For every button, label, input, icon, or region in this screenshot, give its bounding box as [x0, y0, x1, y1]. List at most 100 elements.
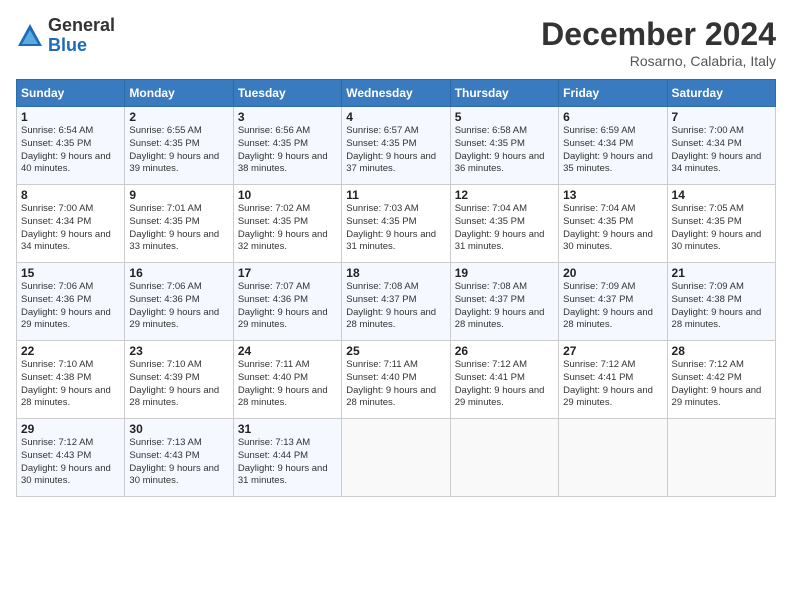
weekday-sunday: Sunday [17, 80, 125, 107]
day-number: 17 [238, 266, 337, 280]
weekday-thursday: Thursday [450, 80, 558, 107]
day-number: 19 [455, 266, 554, 280]
day-number: 4 [346, 110, 445, 124]
day-cell: 22 Sunrise: 7:10 AM Sunset: 4:38 PM Dayl… [17, 341, 125, 419]
day-number: 5 [455, 110, 554, 124]
day-cell: 14 Sunrise: 7:05 AM Sunset: 4:35 PM Dayl… [667, 185, 775, 263]
logo-general-text: General [48, 16, 115, 36]
day-cell [342, 419, 450, 497]
day-cell: 31 Sunrise: 7:13 AM Sunset: 4:44 PM Dayl… [233, 419, 341, 497]
title-section: December 2024 Rosarno, Calabria, Italy [541, 16, 776, 69]
week-row-1: 1 Sunrise: 6:54 AM Sunset: 4:35 PM Dayli… [17, 107, 776, 185]
day-info: Sunrise: 7:08 AM Sunset: 4:37 PM Dayligh… [455, 281, 554, 332]
day-info: Sunrise: 7:01 AM Sunset: 4:35 PM Dayligh… [129, 203, 228, 254]
day-info: Sunrise: 7:12 AM Sunset: 4:42 PM Dayligh… [672, 359, 771, 410]
day-info: Sunrise: 7:06 AM Sunset: 4:36 PM Dayligh… [129, 281, 228, 332]
day-number: 11 [346, 188, 445, 202]
week-row-3: 15 Sunrise: 7:06 AM Sunset: 4:36 PM Dayl… [17, 263, 776, 341]
calendar-table: SundayMondayTuesdayWednesdayThursdayFrid… [16, 79, 776, 497]
logo: General Blue [16, 16, 115, 56]
day-number: 24 [238, 344, 337, 358]
weekday-header-row: SundayMondayTuesdayWednesdayThursdayFrid… [17, 80, 776, 107]
weekday-saturday: Saturday [667, 80, 775, 107]
day-cell: 23 Sunrise: 7:10 AM Sunset: 4:39 PM Dayl… [125, 341, 233, 419]
day-cell: 24 Sunrise: 7:11 AM Sunset: 4:40 PM Dayl… [233, 341, 341, 419]
day-info: Sunrise: 7:09 AM Sunset: 4:37 PM Dayligh… [563, 281, 662, 332]
logo-text: General Blue [48, 16, 115, 56]
day-cell: 4 Sunrise: 6:57 AM Sunset: 4:35 PM Dayli… [342, 107, 450, 185]
day-number: 31 [238, 422, 337, 436]
day-cell: 13 Sunrise: 7:04 AM Sunset: 4:35 PM Dayl… [559, 185, 667, 263]
weekday-monday: Monday [125, 80, 233, 107]
day-cell [450, 419, 558, 497]
day-number: 20 [563, 266, 662, 280]
day-info: Sunrise: 7:03 AM Sunset: 4:35 PM Dayligh… [346, 203, 445, 254]
day-number: 2 [129, 110, 228, 124]
day-info: Sunrise: 7:11 AM Sunset: 4:40 PM Dayligh… [238, 359, 337, 410]
day-number: 7 [672, 110, 771, 124]
day-info: Sunrise: 7:10 AM Sunset: 4:39 PM Dayligh… [129, 359, 228, 410]
day-cell: 2 Sunrise: 6:55 AM Sunset: 4:35 PM Dayli… [125, 107, 233, 185]
day-number: 14 [672, 188, 771, 202]
day-number: 3 [238, 110, 337, 124]
day-info: Sunrise: 6:57 AM Sunset: 4:35 PM Dayligh… [346, 125, 445, 176]
day-cell: 26 Sunrise: 7:12 AM Sunset: 4:41 PM Dayl… [450, 341, 558, 419]
day-info: Sunrise: 7:12 AM Sunset: 4:41 PM Dayligh… [563, 359, 662, 410]
day-cell: 25 Sunrise: 7:11 AM Sunset: 4:40 PM Dayl… [342, 341, 450, 419]
day-number: 18 [346, 266, 445, 280]
day-cell: 10 Sunrise: 7:02 AM Sunset: 4:35 PM Dayl… [233, 185, 341, 263]
day-cell: 20 Sunrise: 7:09 AM Sunset: 4:37 PM Dayl… [559, 263, 667, 341]
day-info: Sunrise: 6:59 AM Sunset: 4:34 PM Dayligh… [563, 125, 662, 176]
day-number: 27 [563, 344, 662, 358]
location: Rosarno, Calabria, Italy [541, 53, 776, 69]
day-info: Sunrise: 7:07 AM Sunset: 4:36 PM Dayligh… [238, 281, 337, 332]
day-cell: 30 Sunrise: 7:13 AM Sunset: 4:43 PM Dayl… [125, 419, 233, 497]
day-info: Sunrise: 6:56 AM Sunset: 4:35 PM Dayligh… [238, 125, 337, 176]
day-number: 29 [21, 422, 120, 436]
day-info: Sunrise: 7:04 AM Sunset: 4:35 PM Dayligh… [563, 203, 662, 254]
day-number: 22 [21, 344, 120, 358]
day-cell: 28 Sunrise: 7:12 AM Sunset: 4:42 PM Dayl… [667, 341, 775, 419]
day-number: 26 [455, 344, 554, 358]
day-cell: 17 Sunrise: 7:07 AM Sunset: 4:36 PM Dayl… [233, 263, 341, 341]
day-number: 21 [672, 266, 771, 280]
week-row-5: 29 Sunrise: 7:12 AM Sunset: 4:43 PM Dayl… [17, 419, 776, 497]
day-number: 10 [238, 188, 337, 202]
day-cell: 12 Sunrise: 7:04 AM Sunset: 4:35 PM Dayl… [450, 185, 558, 263]
day-cell: 15 Sunrise: 7:06 AM Sunset: 4:36 PM Dayl… [17, 263, 125, 341]
day-cell: 19 Sunrise: 7:08 AM Sunset: 4:37 PM Dayl… [450, 263, 558, 341]
day-number: 23 [129, 344, 228, 358]
week-row-2: 8 Sunrise: 7:00 AM Sunset: 4:34 PM Dayli… [17, 185, 776, 263]
day-info: Sunrise: 7:09 AM Sunset: 4:38 PM Dayligh… [672, 281, 771, 332]
day-number: 30 [129, 422, 228, 436]
day-number: 8 [21, 188, 120, 202]
day-cell [559, 419, 667, 497]
day-cell: 27 Sunrise: 7:12 AM Sunset: 4:41 PM Dayl… [559, 341, 667, 419]
weekday-friday: Friday [559, 80, 667, 107]
day-number: 16 [129, 266, 228, 280]
day-info: Sunrise: 7:00 AM Sunset: 4:34 PM Dayligh… [21, 203, 120, 254]
weekday-tuesday: Tuesday [233, 80, 341, 107]
day-info: Sunrise: 7:12 AM Sunset: 4:43 PM Dayligh… [21, 437, 120, 488]
logo-icon [16, 22, 44, 50]
day-cell: 9 Sunrise: 7:01 AM Sunset: 4:35 PM Dayli… [125, 185, 233, 263]
day-info: Sunrise: 7:00 AM Sunset: 4:34 PM Dayligh… [672, 125, 771, 176]
weekday-wednesday: Wednesday [342, 80, 450, 107]
day-info: Sunrise: 7:04 AM Sunset: 4:35 PM Dayligh… [455, 203, 554, 254]
day-info: Sunrise: 7:08 AM Sunset: 4:37 PM Dayligh… [346, 281, 445, 332]
day-number: 1 [21, 110, 120, 124]
day-cell [667, 419, 775, 497]
day-cell: 5 Sunrise: 6:58 AM Sunset: 4:35 PM Dayli… [450, 107, 558, 185]
day-info: Sunrise: 7:11 AM Sunset: 4:40 PM Dayligh… [346, 359, 445, 410]
day-number: 25 [346, 344, 445, 358]
day-cell: 21 Sunrise: 7:09 AM Sunset: 4:38 PM Dayl… [667, 263, 775, 341]
page-container: General Blue December 2024 Rosarno, Cala… [0, 0, 792, 612]
header: General Blue December 2024 Rosarno, Cala… [16, 16, 776, 69]
day-number: 15 [21, 266, 120, 280]
day-number: 13 [563, 188, 662, 202]
day-number: 9 [129, 188, 228, 202]
day-cell: 6 Sunrise: 6:59 AM Sunset: 4:34 PM Dayli… [559, 107, 667, 185]
day-info: Sunrise: 6:54 AM Sunset: 4:35 PM Dayligh… [21, 125, 120, 176]
day-cell: 8 Sunrise: 7:00 AM Sunset: 4:34 PM Dayli… [17, 185, 125, 263]
month-title: December 2024 [541, 16, 776, 53]
